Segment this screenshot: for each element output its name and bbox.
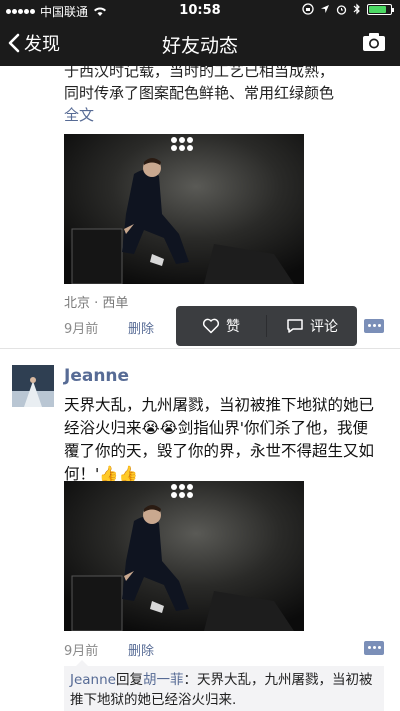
comment-icon xyxy=(287,319,303,333)
comment-item[interactable]: Jeanne回复胡一菲：天界大乱，九州屠戮，当初被推下地狱的她已经浴火归来. xyxy=(70,670,378,710)
page-title: 好友动态 xyxy=(161,35,238,57)
navigation-bar: 发现 好友动态 xyxy=(0,22,400,66)
post1-time: 9月前 xyxy=(64,322,99,337)
post1-location[interactable]: 北京 · 西单 xyxy=(64,292,128,311)
post2-photo[interactable] xyxy=(64,481,304,631)
post1-photo[interactable] xyxy=(64,134,304,284)
moments-feed[interactable]: 于西汉时记载，当时的工艺已相当成熟， 同时传承了图案配色鲜艳、常用红绿颜色 全文… xyxy=(0,66,400,711)
like-comment-popup: 赞 评论 xyxy=(176,306,357,346)
like-button[interactable]: 赞 xyxy=(176,316,266,336)
camera-icon xyxy=(363,33,385,51)
comment-target[interactable]: 胡一菲 xyxy=(143,672,184,688)
post1-text: 于西汉时记载，当时的工艺已相当成熟， 同时传承了图案配色鲜艳、常用红绿颜色 xyxy=(64,66,384,104)
full-text-link[interactable]: 全文 xyxy=(64,104,94,125)
post1-delete-button[interactable]: 删除 xyxy=(128,318,154,337)
avatar[interactable] xyxy=(12,365,54,407)
like-label: 赞 xyxy=(226,319,240,335)
post2-more-button[interactable] xyxy=(364,641,384,655)
post1-more-button[interactable] xyxy=(364,319,384,333)
post2-author-name[interactable]: Jeanne xyxy=(64,366,129,386)
post1-line-2: 同时传承了图案配色鲜艳、常用红绿颜色 xyxy=(64,84,335,102)
post2-time: 9月前 xyxy=(64,644,99,659)
battery-icon xyxy=(367,3,394,15)
post1-line-1: 于西汉时记载，当时的工艺已相当成熟， xyxy=(64,66,335,80)
bluetooth-icon xyxy=(353,3,360,15)
post-divider xyxy=(0,348,400,349)
camera-button[interactable] xyxy=(362,32,386,56)
top-bar: 中国联通 10:58 发现 好友动态 xyxy=(0,0,400,66)
comment-box: Jeanne回复胡一菲：天界大乱，九州屠戮，当初被推下地狱的她已经浴火归来. xyxy=(64,660,384,711)
rotation-lock-icon xyxy=(302,3,314,15)
comment-button[interactable]: 评论 xyxy=(267,316,357,336)
heart-icon xyxy=(202,318,220,334)
status-bar: 中国联通 10:58 xyxy=(0,0,400,22)
status-right xyxy=(302,3,394,15)
comment-author[interactable]: Jeanne xyxy=(70,672,116,688)
reply-word: 回复 xyxy=(115,672,143,688)
post2-delete-button[interactable]: 删除 xyxy=(128,640,154,659)
post2-text: 天界大乱，九州屠戮，当初被推下地狱的她已经浴火归来😭😭剑指仙界'你们杀了他，我便… xyxy=(64,396,375,483)
comment-label: 评论 xyxy=(310,319,338,335)
alarm-icon xyxy=(336,4,347,15)
location-icon xyxy=(321,5,329,13)
